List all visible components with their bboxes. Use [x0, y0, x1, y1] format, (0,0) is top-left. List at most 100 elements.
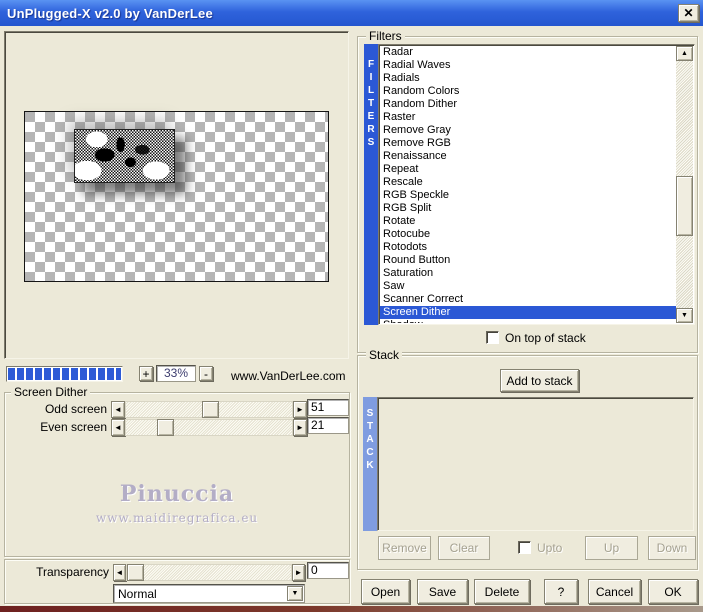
- filter-item[interactable]: Rescale: [380, 176, 676, 189]
- odd-screen-label: Odd screen: [44, 402, 107, 416]
- title-bar[interactable]: UnPlugged-X v2.0 by VanDerLee: [0, 0, 703, 26]
- filter-item[interactable]: Remove Gray: [380, 124, 676, 137]
- filter-item[interactable]: Round Button: [380, 254, 676, 267]
- right-arrow-icon: ►: [296, 422, 304, 432]
- ok-button[interactable]: OK: [648, 579, 698, 604]
- filter-item[interactable]: Raster: [380, 111, 676, 124]
- filter-item[interactable]: Scanner Correct: [380, 293, 676, 306]
- delete-button[interactable]: Delete: [474, 579, 530, 604]
- scroll-down-icon[interactable]: ▼: [676, 308, 693, 323]
- even-screen-left-arrow-icon[interactable]: ◄: [111, 419, 125, 436]
- scrollbar-thumb[interactable]: [676, 176, 693, 236]
- filter-item[interactable]: Rotocube: [380, 228, 676, 241]
- filter-item[interactable]: Radar: [380, 46, 676, 59]
- open-button[interactable]: Open: [361, 579, 410, 604]
- screen-dither-group: Screen Dither Odd screen ◄ ► 51 Even scr…: [4, 385, 350, 557]
- odd-screen-slider-thumb[interactable]: [201, 401, 219, 418]
- filters-group: Filters FILTERS Radar Radial Waves Radia…: [357, 29, 698, 353]
- filters-strip: FILTERS: [364, 44, 378, 325]
- preview-panel: [4, 31, 349, 359]
- filter-item[interactable]: Radials: [380, 72, 676, 85]
- odd-screen-left-arrow-icon[interactable]: ◄: [111, 401, 125, 418]
- filter-list-scrollbar[interactable]: ▲ ▼: [676, 46, 693, 323]
- filter-list[interactable]: Radar Radial Waves Radials Random Colors…: [378, 44, 695, 325]
- transparency-label: Transparency: [36, 565, 109, 579]
- filter-item[interactable]: Shadow: [380, 319, 676, 323]
- even-screen-value-field[interactable]: 21: [307, 417, 349, 434]
- watermark: Pinuccia www.maidiregrafica.eu: [5, 481, 349, 525]
- up-button[interactable]: Up: [585, 536, 638, 560]
- even-screen-slider[interactable]: [125, 419, 293, 436]
- transparency-right-arrow-icon[interactable]: ►: [292, 564, 305, 581]
- stack-strip: STACK: [363, 397, 377, 531]
- filter-item[interactable]: RGB Split: [380, 202, 676, 215]
- even-screen-right-arrow-icon[interactable]: ►: [293, 419, 307, 436]
- transparency-left-arrow-icon[interactable]: ◄: [113, 564, 126, 581]
- progress-segments: [8, 368, 121, 380]
- zoom-out-button[interactable]: -: [199, 366, 213, 381]
- dropdown-button[interactable]: ▼: [287, 586, 303, 601]
- up-arrow-icon: ▲: [681, 50, 688, 57]
- even-screen-label: Even screen: [40, 420, 107, 434]
- transparency-slider-thumb[interactable]: [127, 564, 144, 581]
- odd-screen-right-arrow-icon[interactable]: ►: [293, 401, 307, 418]
- blend-mode-select[interactable]: Normal ▼: [113, 584, 305, 603]
- chevron-down-icon: ▼: [291, 590, 299, 597]
- watermark-url: www.maidiregrafica.eu: [95, 511, 259, 525]
- plugin-dialog: UnPlugged-X v2.0 by VanDerLee ✕ + 33% - …: [0, 0, 703, 612]
- transparency-value-field[interactable]: 0: [307, 562, 349, 579]
- left-arrow-icon: ◄: [114, 404, 122, 414]
- filter-item[interactable]: Saw: [380, 280, 676, 293]
- clear-button[interactable]: Clear: [438, 536, 490, 560]
- upto-label: Upto: [537, 541, 563, 555]
- filter-item[interactable]: Random Dither: [380, 98, 676, 111]
- dithered-preview-image: [74, 129, 175, 183]
- vendor-website: www.VanDerLee.com: [231, 369, 346, 383]
- filter-item[interactable]: Saturation: [380, 267, 676, 280]
- zoom-in-button[interactable]: +: [139, 366, 153, 381]
- watermark-name: Pinuccia: [119, 481, 235, 507]
- on-top-of-stack-checkbox[interactable]: [486, 331, 499, 344]
- screen-dither-group-label: Screen Dither: [11, 385, 91, 399]
- transparency-slider[interactable]: [126, 564, 292, 581]
- filter-item[interactable]: Repeat: [380, 163, 676, 176]
- preview-canvas[interactable]: [24, 111, 329, 282]
- progress-bar: [6, 366, 123, 382]
- zoom-level: 33%: [156, 365, 196, 382]
- down-arrow-icon: ▼: [681, 312, 688, 319]
- filters-group-label: Filters: [366, 29, 405, 43]
- close-icon[interactable]: ✕: [678, 4, 699, 22]
- filter-item-selected[interactable]: Screen Dither: [380, 306, 676, 319]
- blend-mode-value: Normal: [118, 587, 157, 601]
- desktop-edge: [0, 606, 703, 612]
- even-screen-slider-thumb[interactable]: [157, 419, 175, 436]
- remove-button[interactable]: Remove: [378, 536, 431, 560]
- filter-item[interactable]: Radial Waves: [380, 59, 676, 72]
- left-arrow-icon: ◄: [114, 422, 122, 432]
- transparency-panel: Transparency ◄ ► 0 Normal ▼: [4, 559, 350, 604]
- filter-item[interactable]: Rotodots: [380, 241, 676, 254]
- right-arrow-icon: ►: [294, 567, 303, 577]
- filter-item[interactable]: Rotate: [380, 215, 676, 228]
- stack-list[interactable]: [377, 397, 694, 531]
- stack-group-label: Stack: [366, 348, 403, 362]
- stack-group: Stack Add to stack STACK Remove Clear Up…: [357, 348, 698, 570]
- save-button[interactable]: Save: [417, 579, 468, 604]
- down-button[interactable]: Down: [648, 536, 696, 560]
- cancel-button[interactable]: Cancel: [588, 579, 641, 604]
- filter-item[interactable]: Renaissance: [380, 150, 676, 163]
- odd-screen-value-field[interactable]: 51: [307, 399, 349, 416]
- left-arrow-icon: ◄: [115, 567, 124, 577]
- scroll-up-icon[interactable]: ▲: [676, 46, 693, 61]
- filter-list-items: Radar Radial Waves Radials Random Colors…: [380, 46, 676, 323]
- upto-checkbox[interactable]: [518, 541, 531, 554]
- add-to-stack-button[interactable]: Add to stack: [500, 369, 579, 392]
- window-title: UnPlugged-X v2.0 by VanDerLee: [7, 5, 213, 21]
- filter-item[interactable]: Remove RGB: [380, 137, 676, 150]
- help-button[interactable]: ?: [544, 579, 578, 604]
- filter-item[interactable]: Random Colors: [380, 85, 676, 98]
- odd-screen-slider[interactable]: [125, 401, 293, 418]
- right-arrow-icon: ►: [296, 404, 304, 414]
- filter-item[interactable]: RGB Speckle: [380, 189, 676, 202]
- on-top-of-stack-label: On top of stack: [505, 331, 586, 345]
